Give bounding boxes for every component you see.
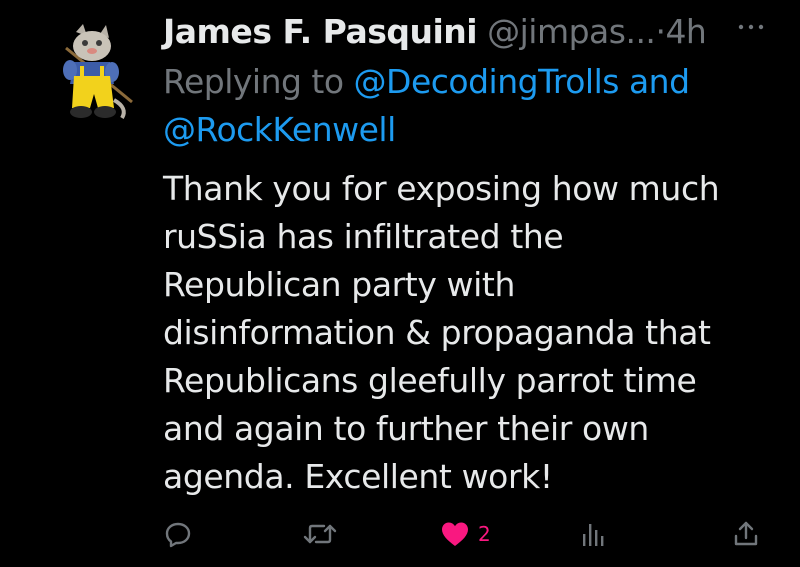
tweet-body: Thank you for exposing how much ruSSia h… — [163, 165, 773, 501]
more-horizontal-icon — [738, 24, 764, 30]
tweet-body-line: Republicans gleefully parrot time — [163, 361, 697, 400]
retweet-button[interactable] — [303, 514, 337, 554]
views-button[interactable] — [580, 514, 606, 554]
author-avatar[interactable] — [52, 22, 138, 122]
tweet-body-line: ruSSia has infiltrated the — [163, 217, 564, 256]
replying-to-label: Replying to — [163, 62, 344, 101]
tweet-body-line: Republican party with — [163, 265, 515, 304]
cartoon-cat-fishing-avatar — [63, 24, 133, 120]
retweet-icon — [303, 524, 337, 544]
heart-filled-icon — [442, 522, 468, 546]
mention-decodingtrolls[interactable]: @DecodingTrolls — [354, 62, 620, 101]
tweet-body-line: agenda. Excellent work! — [163, 457, 553, 496]
tweet-header: James F. Pasquini @jimpas...·4h — [163, 10, 707, 54]
author-handle[interactable]: @jimpas... — [487, 12, 656, 51]
mention-rockkenwell[interactable]: @RockKenwell — [163, 110, 396, 149]
tweet-body-line: and again to further their own — [163, 409, 649, 448]
reply-button[interactable] — [164, 514, 192, 554]
tweet[interactable]: James F. Pasquini @jimpas...·4h Replying… — [0, 0, 800, 567]
reply-icon — [165, 522, 191, 548]
tweet-body-line: disinformation & propaganda that — [163, 313, 711, 352]
analytics-icon — [583, 524, 604, 546]
share-button[interactable] — [732, 514, 760, 554]
replying-to-line: Replying to @DecodingTrolls and @RockKen… — [163, 58, 763, 154]
tweet-timestamp[interactable]: 4h — [665, 12, 706, 51]
mention-conjunction: and — [628, 62, 690, 101]
tweet-action-bar: 2 — [0, 514, 800, 554]
author-display-name[interactable]: James F. Pasquini — [163, 12, 478, 51]
tweet-body-line: Thank you for exposing how much — [163, 169, 720, 208]
more-options-button[interactable] — [736, 17, 766, 37]
like-button[interactable]: 2 — [440, 514, 491, 554]
like-count: 2 — [478, 522, 491, 546]
share-icon — [734, 521, 758, 546]
separator-dot: · — [655, 12, 666, 51]
